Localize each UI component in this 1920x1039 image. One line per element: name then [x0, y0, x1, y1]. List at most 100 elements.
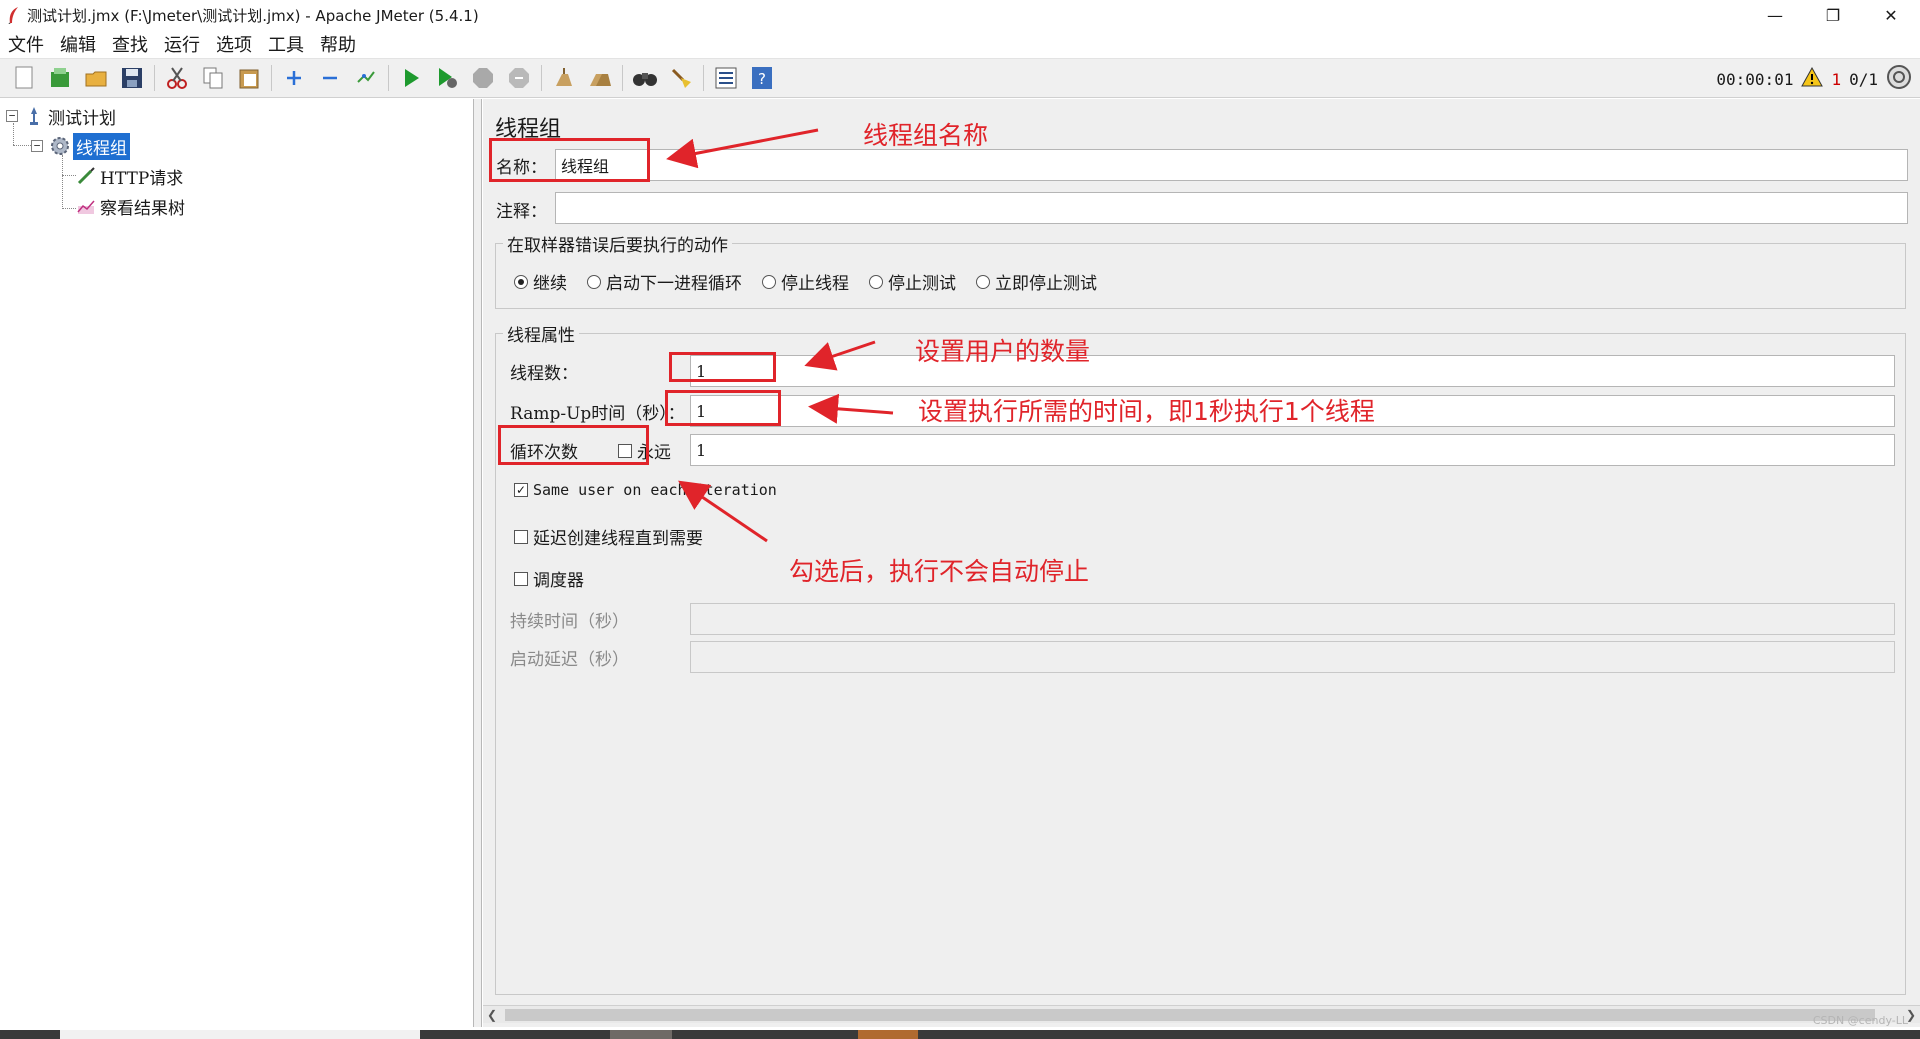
- collapse-icon[interactable]: [316, 64, 344, 92]
- startup-delay-field: [690, 641, 1895, 673]
- comment-field[interactable]: [555, 192, 1908, 224]
- menu-help[interactable]: 帮助: [312, 31, 364, 57]
- threads-field[interactable]: 1: [690, 355, 1895, 387]
- jmeter-feather-icon: [3, 4, 25, 26]
- annotation-text-name: 线程组名称: [863, 121, 989, 150]
- toggle-icon[interactable]: [352, 64, 380, 92]
- new-icon[interactable]: [10, 64, 38, 92]
- menu-file[interactable]: 文件: [0, 31, 52, 57]
- watermark: CSDN @cendy-LL: [1812, 1014, 1908, 1027]
- paste-icon[interactable]: [235, 64, 263, 92]
- tree-label-test-plan[interactable]: 测试计划: [48, 104, 116, 129]
- stop-icon[interactable]: [469, 64, 497, 92]
- same-user-label: Same user on each iteration: [533, 481, 777, 499]
- gear-icon: [49, 136, 69, 156]
- horizontal-scrollbar[interactable]: ❮ ❯: [483, 1005, 1920, 1023]
- same-user-checkbox-row[interactable]: ✓ Same user on each iteration: [514, 481, 777, 499]
- duration-field: [690, 603, 1895, 635]
- cut-icon[interactable]: [163, 64, 191, 92]
- comment-label: 注释：: [496, 202, 547, 222]
- annotation-text-rampup: 设置执行所需的时间，即1秒执行1个线程: [918, 397, 1375, 426]
- panel-splitter[interactable]: [474, 99, 482, 1027]
- expand-icon[interactable]: [280, 64, 308, 92]
- copy-icon[interactable]: [199, 64, 227, 92]
- help-icon[interactable]: ?: [748, 64, 776, 92]
- menu-options[interactable]: 选项: [208, 31, 260, 57]
- maximize-button[interactable]: ❐: [1804, 0, 1862, 30]
- menu-run[interactable]: 运行: [156, 31, 208, 57]
- sampler-pen-icon: [76, 166, 96, 186]
- save-icon[interactable]: [118, 64, 146, 92]
- menu-tools[interactable]: 工具: [260, 31, 312, 57]
- tree-node-result-tree[interactable]: 察看结果树: [76, 193, 185, 219]
- toolbar: ? 00:00:01 1 0/1: [0, 58, 1920, 98]
- menu-bar: 文件 编辑 查找 运行 选项 工具 帮助: [0, 30, 1920, 58]
- annotation-box-loop: [498, 425, 649, 465]
- scheduler-checkbox-row[interactable]: 调度器: [514, 566, 584, 591]
- tree-node-test-plan[interactable]: − 测试计划: [6, 103, 116, 129]
- loop-count-field[interactable]: 1: [690, 434, 1895, 466]
- taskbar-strip: [0, 1030, 1920, 1039]
- scheduler-checkbox[interactable]: [514, 571, 528, 586]
- thread-properties-legend: 线程属性: [503, 321, 579, 346]
- tree-node-http-request[interactable]: HTTP请求: [76, 163, 183, 189]
- menu-edit[interactable]: 编辑: [52, 31, 104, 57]
- radio-start-next-loop[interactable]: 启动下一进程循环: [587, 269, 742, 294]
- warning-icon[interactable]: [1801, 66, 1824, 91]
- clear-icon[interactable]: [550, 64, 578, 92]
- reset-search-broom-icon[interactable]: [667, 64, 695, 92]
- close-button[interactable]: ✕: [1862, 0, 1920, 30]
- collapse-toggle-icon[interactable]: −: [6, 110, 18, 122]
- listener-chart-icon: [76, 196, 96, 216]
- open-icon[interactable]: [82, 64, 110, 92]
- delay-thread-checkbox[interactable]: [514, 529, 528, 544]
- window-title: 测试计划.jmx (F:\Jmeter\测试计划.jmx) - Apache J…: [27, 6, 479, 25]
- delay-thread-label: 延迟创建线程直到需要: [533, 529, 703, 549]
- thread-group-editor: 线程组 名称： 线程组 注释： 在取样器错误后要执行的动作 继续 启动下一进程循…: [483, 99, 1920, 1027]
- startup-delay-label: 启动延迟（秒）: [510, 650, 629, 670]
- same-user-checkbox[interactable]: ✓: [514, 483, 528, 497]
- radio-stop-test-now[interactable]: 立即停止测试: [976, 269, 1097, 294]
- duration-label: 持续时间（秒）: [510, 612, 629, 632]
- templates-icon[interactable]: [46, 64, 74, 92]
- elapsed-timer: 00:00:01: [1716, 69, 1794, 89]
- radio-continue[interactable]: 继续: [514, 269, 567, 294]
- menu-search[interactable]: 查找: [104, 31, 156, 57]
- function-helper-icon[interactable]: [712, 64, 740, 92]
- scheduler-label: 调度器: [533, 571, 584, 591]
- run-status: 00:00:01 1 0/1: [1716, 59, 1912, 99]
- title-bar: 测试计划.jmx (F:\Jmeter\测试计划.jmx) - Apache J…: [0, 0, 1920, 30]
- annotation-text-loop: 勾选后，执行不会自动停止: [789, 557, 1090, 586]
- radio-stop-thread[interactable]: 停止线程: [762, 269, 849, 294]
- name-field[interactable]: 线程组: [555, 149, 1908, 181]
- shutdown-icon[interactable]: [505, 64, 533, 92]
- radio-continue-dot[interactable]: [514, 274, 528, 289]
- search-binoculars-icon[interactable]: [631, 64, 659, 92]
- active-threads: 0/1: [1849, 69, 1878, 89]
- warning-count: 1: [1831, 69, 1842, 89]
- remote-status-icon: [1886, 64, 1912, 94]
- collapse-toggle-icon[interactable]: −: [31, 140, 43, 152]
- annotation-box-name: [489, 138, 650, 182]
- delay-thread-checkbox-row[interactable]: 延迟创建线程直到需要: [514, 524, 703, 549]
- start-icon[interactable]: [397, 64, 425, 92]
- scrollbar-thumb[interactable]: [505, 1009, 1875, 1021]
- clear-all-icon[interactable]: [586, 64, 614, 92]
- radio-stop-test[interactable]: 停止测试: [869, 269, 956, 294]
- tree-label-http-request[interactable]: HTTP请求: [100, 164, 183, 189]
- annotation-box-threads: [669, 352, 776, 382]
- test-plan-tree: − 测试计划 − 线程组 HTTP请求 察看结果树: [0, 99, 474, 1027]
- test-plan-icon: [24, 106, 44, 126]
- tree-node-thread-group[interactable]: − 线程组: [31, 132, 130, 160]
- start-no-pause-icon[interactable]: [433, 64, 461, 92]
- tree-label-result-tree[interactable]: 察看结果树: [100, 194, 185, 219]
- tree-label-thread-group[interactable]: 线程组: [73, 132, 130, 160]
- error-action-options: 继续 启动下一进程循环 停止线程 停止测试 立即停止测试: [514, 269, 1117, 294]
- svg-text:?: ?: [758, 70, 766, 88]
- error-action-legend: 在取样器错误后要执行的动作: [503, 231, 732, 256]
- scroll-left-icon[interactable]: ❮: [483, 1006, 501, 1024]
- threads-label: 线程数：: [510, 364, 578, 384]
- minimize-button[interactable]: —: [1746, 0, 1804, 30]
- rampup-label: Ramp-Up时间（秒）：: [510, 404, 685, 424]
- annotation-box-rampup: [665, 390, 781, 426]
